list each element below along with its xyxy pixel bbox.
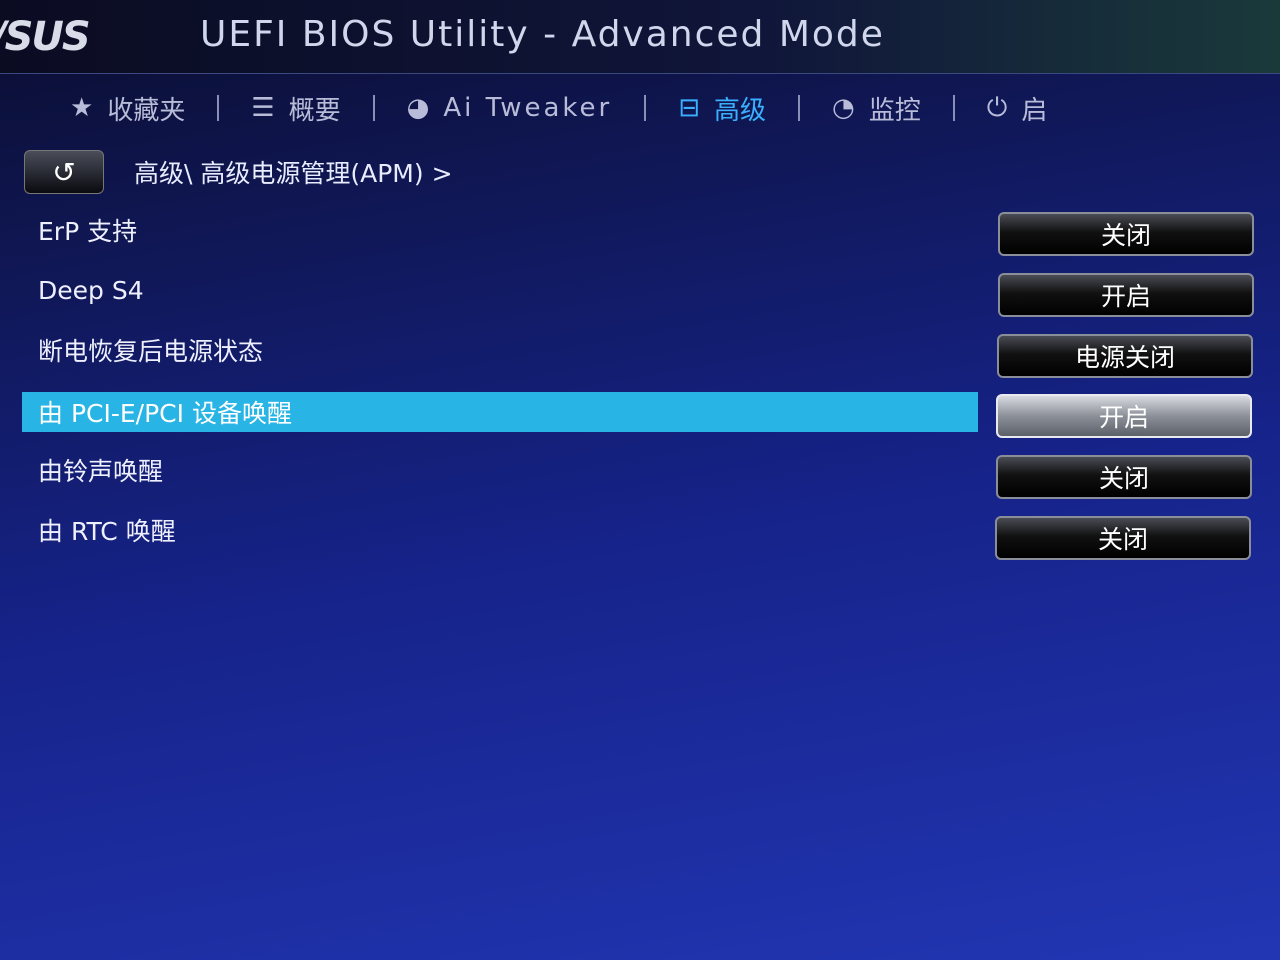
tab-advanced[interactable]: ⊟ 高级 (668, 90, 776, 127)
advanced-icon: ⊟ (678, 93, 701, 123)
setting-erp-label[interactable]: ErP 支持 (22, 210, 978, 250)
tab-favorites[interactable]: ★ 收藏夹 (60, 90, 195, 127)
breadcrumb: ↺ 高级\ 高级电源管理(APM) > (24, 150, 453, 194)
setting-power-restore-value[interactable]: 电源关闭 (997, 334, 1253, 378)
setting-power-restore-label[interactable]: 断电恢复后电源状态 (22, 330, 978, 370)
tweaker-icon: ◕ (406, 93, 430, 123)
divider (644, 95, 647, 121)
back-button[interactable]: ↺ (24, 150, 104, 194)
breadcrumb-path: 高级\ 高级电源管理(APM) > (134, 159, 453, 188)
tab-label: Ai Tweaker (443, 93, 613, 123)
setting-rtc-wake-label[interactable]: 由 RTC 唤醒 (22, 510, 978, 550)
tab-ai-tweaker[interactable]: ◕ Ai Tweaker (397, 93, 623, 123)
power-icon: ⏻ (986, 92, 1008, 123)
setting-ring-wake-value[interactable]: 关闭 (996, 455, 1252, 499)
tab-overview[interactable]: ☰ 概要 (241, 90, 350, 127)
setting-pcie-wake-label[interactable]: 由 PCI-E/PCI 设备唤醒 (22, 392, 978, 432)
setting-rtc-wake-value[interactable]: 关闭 (995, 516, 1251, 560)
main-tabs: ★ 收藏夹 ☰ 概要 ◕ Ai Tweaker ⊟ 高级 ◔ 监控 ⏻ 启 (60, 88, 1057, 128)
setting-pcie-wake-value[interactable]: 开启 (996, 394, 1252, 438)
back-arrow-icon: ↺ (52, 155, 76, 189)
tab-monitor[interactable]: ◔ 监控 (822, 90, 931, 127)
tab-boot[interactable]: ⏻ 启 (977, 90, 1058, 127)
tab-label: 收藏夹 (107, 95, 186, 126)
setting-ring-wake-label[interactable]: 由铃声唤醒 (22, 450, 978, 490)
star-icon: ★ (70, 93, 94, 123)
page-title: UEFI BIOS Utility - Advanced Mode (200, 14, 885, 55)
divider (217, 95, 220, 121)
setting-erp-value[interactable]: 关闭 (998, 212, 1254, 256)
tab-label: 启 (1021, 95, 1048, 126)
setting-deep-s4-value[interactable]: 开启 (998, 273, 1254, 317)
divider (372, 95, 375, 121)
tab-label: 监控 (868, 95, 921, 126)
setting-deep-s4-label[interactable]: Deep S4 (22, 270, 978, 310)
monitor-icon: ◔ (832, 93, 855, 123)
divider (798, 95, 801, 121)
asus-logo: /SUS (0, 14, 91, 60)
tab-label: 概要 (288, 95, 341, 126)
list-icon: ☰ (251, 93, 275, 123)
title-bar: /SUS UEFI BIOS Utility - Advanced Mode (0, 0, 1280, 74)
divider (952, 95, 955, 121)
tab-label: 高级 (714, 95, 767, 126)
